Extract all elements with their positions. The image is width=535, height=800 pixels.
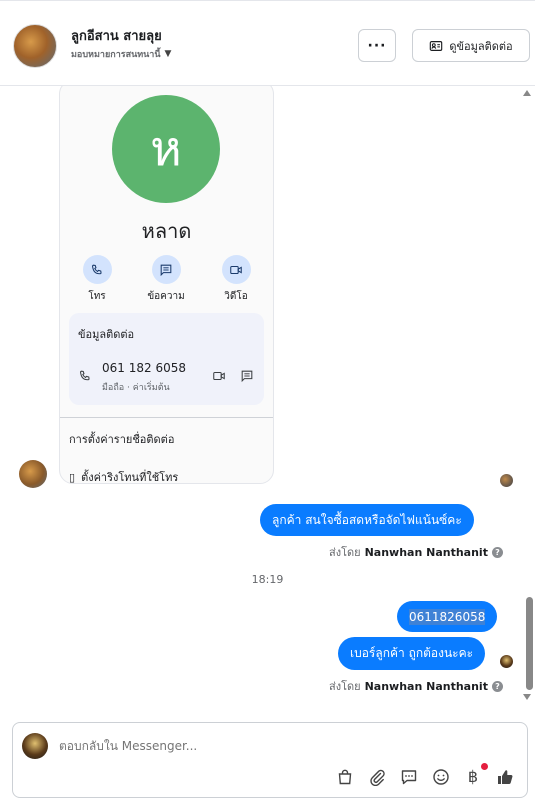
ringtone-settings-row: ▯ ตั้งค่าริงโทนที่ใช้โทร <box>69 468 178 484</box>
sender-name[interactable]: Nanwhan Nanthanit <box>365 546 488 559</box>
video-icon <box>221 255 251 284</box>
assign-conversation-dropdown[interactable]: มอบหมายการสนทนานี้ ▼ <box>71 47 171 61</box>
scroll-down-arrow[interactable] <box>523 694 531 700</box>
contact-name[interactable]: ลูกอีสาน สายลุย <box>71 25 162 46</box>
video-label: วิดีโอ <box>224 291 248 302</box>
contact-avatar[interactable] <box>13 24 57 68</box>
scrollbar-thumb[interactable] <box>526 597 533 690</box>
video-icon <box>213 371 225 381</box>
conversation-header: ลูกอีสาน สายลุย มอบหมายการสนทนานี้ ▼ ···… <box>0 0 535 86</box>
attachment-icon[interactable] <box>368 768 386 786</box>
saved-replies-icon[interactable] <box>400 768 418 786</box>
sent-by-line: ส่งโดย Nanwhan Nanthanit ? <box>329 543 503 561</box>
notification-dot <box>481 763 488 770</box>
help-icon[interactable]: ? <box>491 680 503 692</box>
read-receipt-avatar <box>500 474 513 487</box>
page-avatar <box>22 733 48 759</box>
payment-button[interactable]: ฿ <box>464 763 488 786</box>
sent-by-prefix: ส่งโดย <box>329 546 361 559</box>
ringtone-settings-label: ตั้งค่าริงโทนที่ใช้โทร <box>81 471 179 484</box>
message-label: ข้อความ <box>147 291 185 302</box>
composer-toolbar: ฿ <box>336 763 514 786</box>
message-thread[interactable]: ห หลาด โทร ข้อความ วิดีโอ ข้อมูลติดต่อ 0… <box>0 86 535 706</box>
scroll-up-arrow[interactable] <box>523 90 531 96</box>
read-receipt-avatar <box>500 655 513 668</box>
message-bubble[interactable]: เบอร์ลูกค้า ถูกต้องนะคะ <box>338 637 486 670</box>
call-label: โทร <box>88 291 106 302</box>
phone-icon <box>80 370 90 381</box>
customer-avatar[interactable] <box>19 460 47 488</box>
contact-info-box: ข้อมูลติดต่อ 061 182 6058 มือถือ · ค่าเร… <box>69 313 264 405</box>
timestamp: 18:19 <box>251 573 284 586</box>
shopping-bag-icon[interactable] <box>336 768 354 786</box>
phone-number: 061 182 6058 <box>102 361 186 375</box>
video-action: วิดีโอ <box>206 255 266 304</box>
view-contact-info-button[interactable]: ดูข้อมูลติดต่อ <box>412 29 530 62</box>
sent-by-line: ส่งโดย Nanwhan Nanthanit ? <box>329 677 503 695</box>
more-options-button[interactable]: ··· <box>358 29 396 62</box>
emoji-icon[interactable] <box>432 768 450 786</box>
document-icon: ▯ <box>69 470 76 484</box>
contact-info-title: ข้อมูลติดต่อ <box>78 328 135 341</box>
message-action: ข้อความ <box>136 255 196 304</box>
message-icon <box>151 255 181 284</box>
contact-card-image[interactable]: ห หลาด โทร ข้อความ วิดีโอ ข้อมูลติดต่อ 0… <box>59 86 274 484</box>
selected-text: 0611826058 <box>409 608 486 625</box>
card-contact-name: หลาด <box>141 219 192 243</box>
view-contact-info-label: ดูข้อมูลติดต่อ <box>449 39 513 53</box>
assign-label: มอบหมายการสนทนานี้ <box>71 50 161 60</box>
sent-by-prefix: ส่งโดย <box>329 680 361 693</box>
baht-icon: ฿ <box>467 767 479 786</box>
messenger-page: ลูกอีสาน สายลุย มอบหมายการสนทนานี้ ▼ ···… <box>0 0 535 800</box>
message-icon <box>241 370 253 383</box>
sender-name[interactable]: Nanwhan Nanthanit <box>365 680 488 693</box>
call-action: โทร <box>67 255 127 304</box>
reply-input[interactable] <box>59 739 459 753</box>
reply-composer: ฿ <box>12 722 528 798</box>
help-icon[interactable]: ? <box>491 546 503 558</box>
phone-type: มือถือ · ค่าเริ่มต้น <box>102 383 170 393</box>
caret-down-icon: ▼ <box>164 49 172 59</box>
contact-settings-label: การตั้งค่ารายชื่อติดต่อ <box>69 433 175 446</box>
thumbs-up-icon[interactable] <box>496 768 514 786</box>
contact-card-icon <box>430 40 443 51</box>
message-bubble[interactable]: ลูกค้า สนใจซื้อสดหรือจัดไฟแน้นซ์คะ <box>260 504 474 536</box>
card-divider <box>60 417 273 418</box>
phone-icon <box>82 255 112 284</box>
message-bubble-phone[interactable]: 0611826058 <box>397 601 498 632</box>
contact-initial-avatar: ห <box>112 95 220 203</box>
